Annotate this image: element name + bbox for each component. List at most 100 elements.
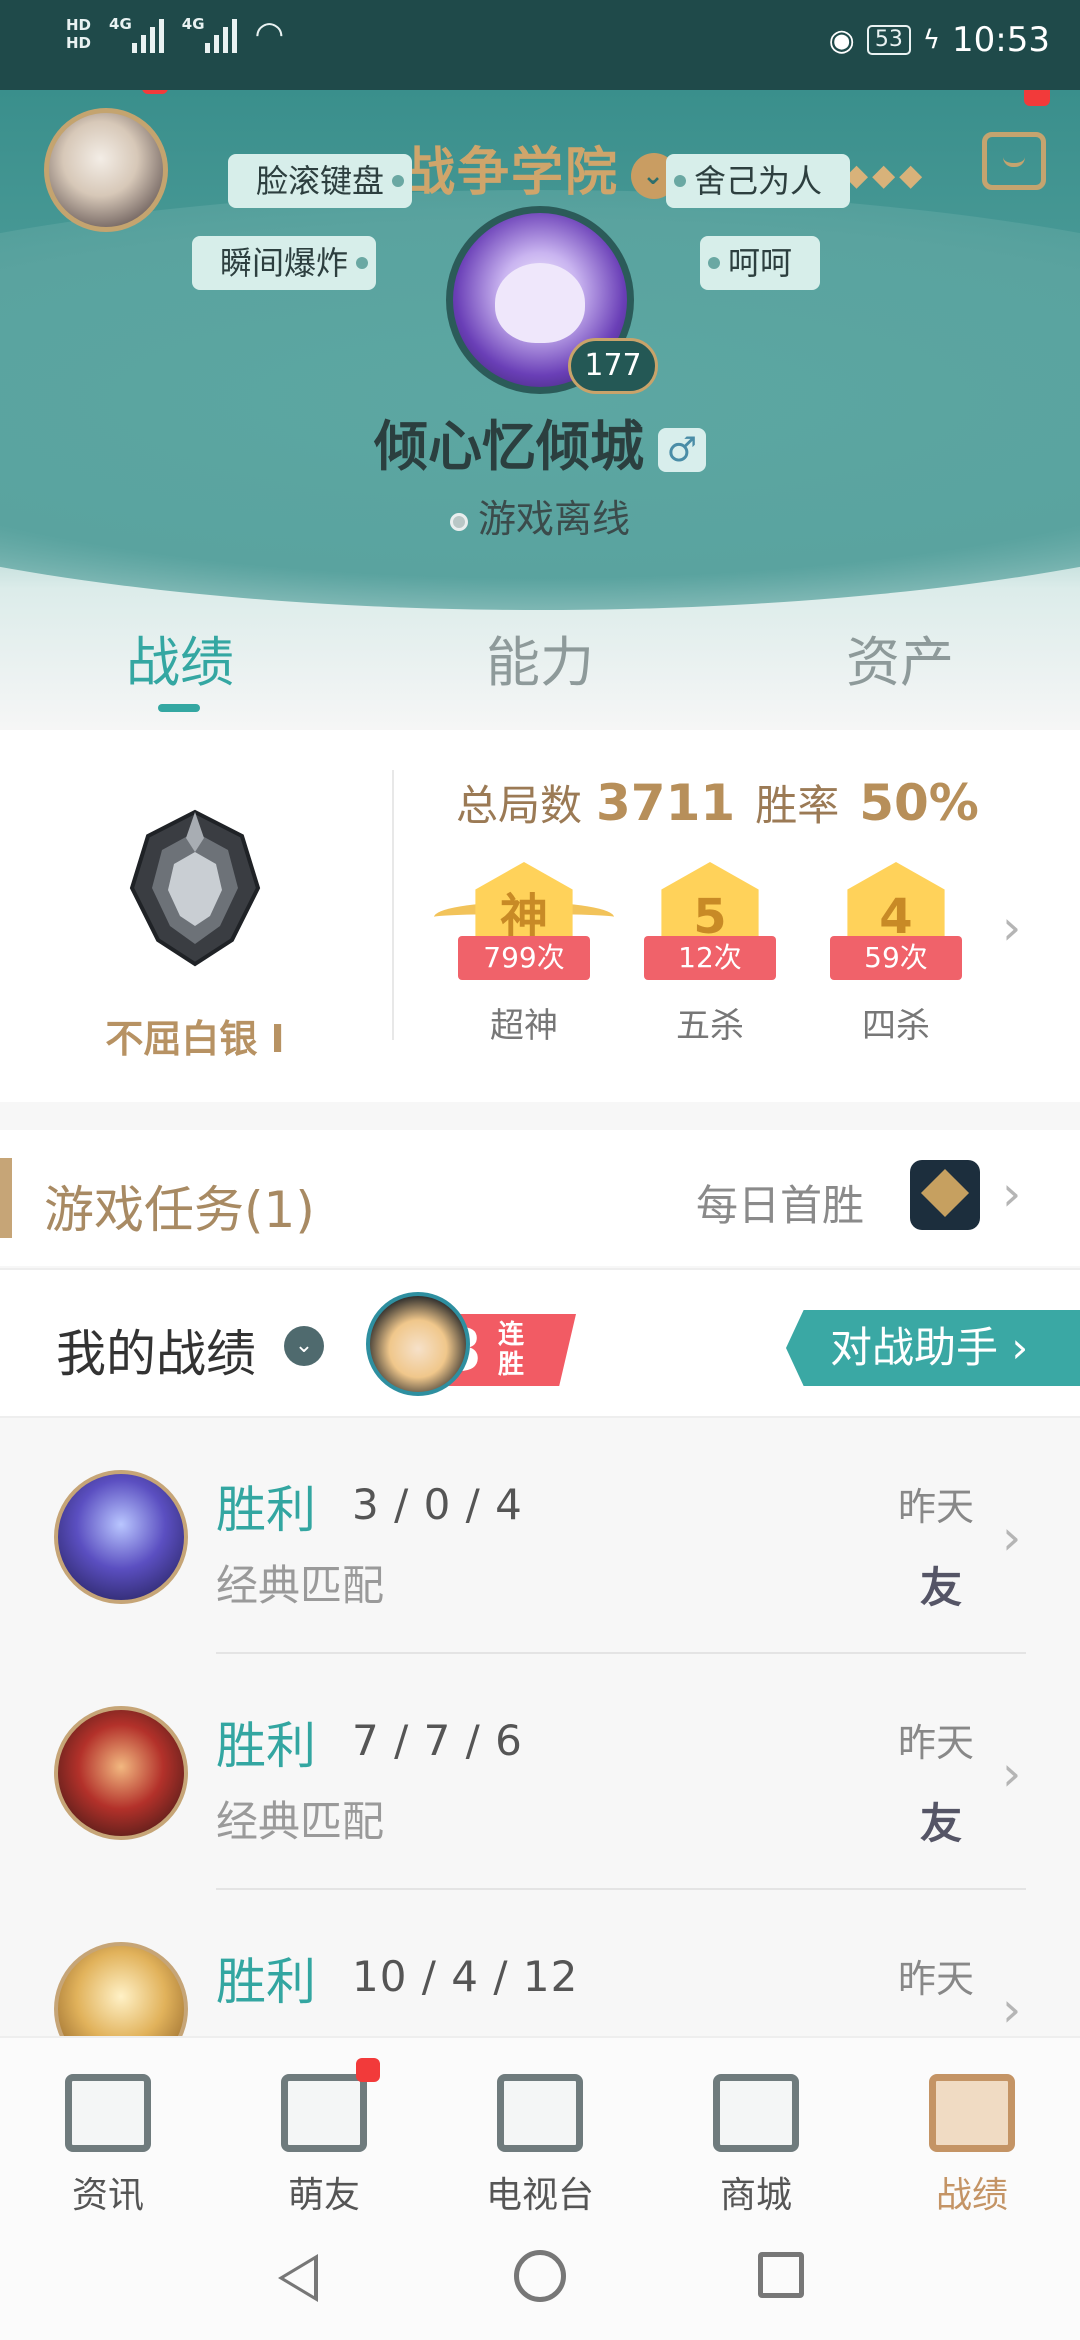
shop-icon xyxy=(713,2074,799,2152)
match-kda: 10 / 4 / 12 xyxy=(352,1952,579,2001)
tab-record[interactable]: 战绩 xyxy=(0,618,360,718)
streak-avatar xyxy=(366,1292,470,1396)
tab-assets[interactable]: 资产 xyxy=(720,618,1080,718)
message-notification-dot xyxy=(1024,90,1050,106)
match-list: 胜利 3 / 0 / 4 经典匹配 昨天 友 › 胜利 7 / 7 / 6 经典… xyxy=(0,1420,1080,2040)
match-time: 昨天 xyxy=(898,1721,975,1765)
hd-indicators: HD HD xyxy=(66,16,91,52)
more-options-icon[interactable]: ◆◆◆ xyxy=(845,158,926,193)
wifi-icon: ◠ xyxy=(254,14,285,54)
total-value: 3711 xyxy=(596,774,736,832)
signal-icon: 4G xyxy=(109,15,164,53)
system-nav-bar xyxy=(0,2216,1080,2340)
tab-ability[interactable]: 能力 xyxy=(360,618,720,718)
home-icon[interactable] xyxy=(514,2250,566,2302)
nav-label: 萌友 xyxy=(287,2175,360,2216)
nav-label: 资讯 xyxy=(71,2175,144,2216)
badge-label: 超神 xyxy=(490,1006,558,1046)
nav-label: 电视台 xyxy=(485,2175,594,2216)
chevron-down-icon[interactable]: ⌄ xyxy=(284,1326,324,1366)
streak-text: 连胜 xyxy=(498,1320,525,1380)
clock: 10:53 xyxy=(952,20,1050,60)
status-right: ◉ 53 ϟ 10:53 xyxy=(829,20,1050,60)
match-result: 胜利 xyxy=(216,1717,316,1775)
nav-friends[interactable]: 萌友 xyxy=(216,2038,432,2216)
back-icon[interactable] xyxy=(278,2254,318,2302)
chevron-right-icon: › xyxy=(1002,1510,1022,1566)
bottom-nav: 资讯 萌友 电视台 商城 战绩 xyxy=(0,2036,1080,2216)
winrate-value: 50% xyxy=(859,774,979,832)
match-time: 昨天 xyxy=(898,1485,975,1529)
book-icon xyxy=(65,2074,151,2152)
divider xyxy=(216,1652,1026,1654)
game-task-row[interactable]: 游戏任务(1) 每日首胜 › xyxy=(0,1130,1080,1266)
list-item[interactable]: 胜利 3 / 0 / 4 经典匹配 昨天 友 › xyxy=(0,1420,1080,1656)
status-text: 游戏离线 xyxy=(477,497,630,541)
status-bar: HD HD 4G 4G ◠ ◉ 53 ϟ 10:53 xyxy=(0,0,1080,90)
task-title: 游戏任务(1) xyxy=(44,1181,315,1239)
nav-tv[interactable]: 电视台 xyxy=(432,2038,648,2216)
tag-text: 瞬间爆炸 xyxy=(220,244,349,282)
battery-level: 53 xyxy=(866,25,911,55)
online-status: 游戏离线 xyxy=(0,488,1080,543)
friends-notification-dot xyxy=(356,2058,380,2082)
list-item[interactable]: 胜利 7 / 7 / 6 经典匹配 昨天 友 › xyxy=(0,1656,1080,1892)
profile-tabs: 战绩 能力 资产 xyxy=(0,618,1080,718)
profile-header: 战争学院 ⌄ ◆◆◆ 脸滚键盘 瞬间爆炸 舍己为人 呵呵 177 倾心忆倾城 ♂ 游… xyxy=(0,90,1080,730)
vertical-divider xyxy=(392,770,394,1040)
list-item[interactable]: 胜利 10 / 4 / 12 经典匹配 昨天 友 › xyxy=(0,1892,1080,2040)
nav-shop[interactable]: 商城 xyxy=(648,2038,864,2216)
status-dot-icon xyxy=(449,512,468,531)
battle-assistant-button[interactable]: 对战助手 › xyxy=(786,1310,1080,1386)
chevron-right-icon: › xyxy=(1002,1982,1022,2038)
nav-record[interactable]: 战绩 xyxy=(864,2038,1080,2216)
signal-icon-2: 4G xyxy=(182,15,237,53)
chevron-right-icon[interactable]: › xyxy=(1002,900,1021,956)
section-accent-bar xyxy=(0,1158,12,1238)
eye-icon: ◉ xyxy=(828,22,855,58)
divider xyxy=(216,1888,1026,1890)
stats-card[interactable]: 不屈白银 I 总局数 3711 胜率 50% 神 799次 超神 5 12次 五杀 4… xyxy=(0,730,1080,1102)
badge-count: 12次 xyxy=(644,936,776,980)
champion-avatar xyxy=(54,1942,188,2040)
tag-right-1: 舍己为人 xyxy=(666,154,851,208)
active-tab-indicator xyxy=(158,704,200,712)
nav-label: 战绩 xyxy=(935,2175,1008,2216)
badge-legendary: 神 799次 超神 xyxy=(434,862,614,1047)
rank-emblem-icon xyxy=(129,809,261,967)
level-badge: 177 xyxy=(568,338,658,394)
tag-text: 脸滚键盘 xyxy=(256,162,385,200)
net2-label: 4G xyxy=(181,15,205,33)
recent-apps-icon[interactable] xyxy=(758,2252,804,2298)
win-streak-badge: 3 连胜 xyxy=(366,1292,576,1396)
player-name-text: 倾心忆倾城 xyxy=(374,415,644,478)
nav-label: 商城 xyxy=(719,2175,792,2216)
match-result: 胜利 xyxy=(216,1481,316,1539)
friend-tag: 友 xyxy=(920,1563,963,1612)
badge-count: 59次 xyxy=(830,936,962,980)
hd1-label: HD xyxy=(66,16,92,34)
status-left: HD HD 4G 4G ◠ xyxy=(66,14,284,54)
hd2-label: HD xyxy=(66,34,92,52)
message-icon[interactable] xyxy=(982,132,1046,190)
match-mode: 经典匹配 xyxy=(216,1561,385,1610)
friend-tag: 友 xyxy=(920,1799,963,1848)
my-record-title[interactable]: 我的战绩 xyxy=(56,1314,256,1386)
winrate-label: 胜率 xyxy=(755,781,840,830)
match-mode: 经典匹配 xyxy=(216,1797,385,1846)
tag-text: 呵呵 xyxy=(728,244,793,282)
daily-win-icon xyxy=(910,1160,980,1230)
shield-icon xyxy=(929,2074,1015,2152)
player-name: 倾心忆倾城 ♂ xyxy=(0,402,1080,481)
gender-male-icon: ♂ xyxy=(658,428,706,473)
badge-pentakill: 5 12次 五杀 xyxy=(638,862,782,1047)
net1-label: 4G xyxy=(109,15,132,33)
tag-right-2: 呵呵 xyxy=(700,236,821,290)
tv-icon xyxy=(497,2074,583,2152)
my-record-header: 我的战绩 ⌄ 3 连胜 对战助手 › xyxy=(0,1268,1080,1418)
chevron-right-icon: › xyxy=(1002,1746,1022,1802)
daily-first-win-label: 每日首胜 xyxy=(696,1181,865,1230)
rank-name: 不屈白银 I xyxy=(105,1017,285,1061)
match-time: 昨天 xyxy=(898,1957,975,2001)
nav-news[interactable]: 资讯 xyxy=(0,2038,216,2216)
